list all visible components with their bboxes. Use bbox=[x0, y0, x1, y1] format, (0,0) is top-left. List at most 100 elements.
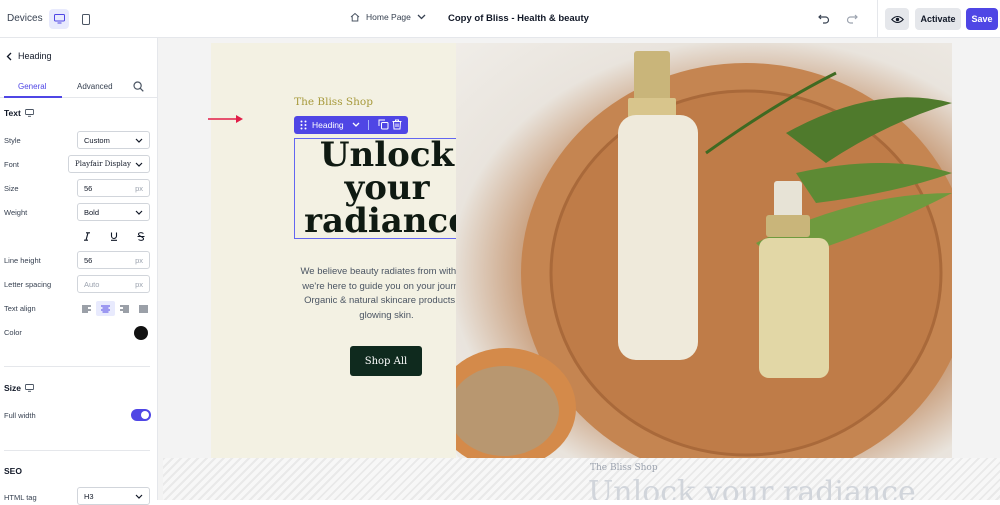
search-icon bbox=[133, 81, 144, 92]
letter-spacing-unit: px bbox=[135, 279, 143, 289]
seo-section-title: SEO bbox=[4, 466, 22, 476]
italic-icon bbox=[83, 232, 90, 241]
page-select-label: Home Page bbox=[366, 12, 411, 22]
chevron-down-icon[interactable] bbox=[352, 122, 360, 127]
font-select[interactable]: Playfair Display bbox=[68, 155, 150, 173]
duplicate-icon[interactable] bbox=[378, 119, 389, 130]
html-tag-select[interactable]: H3 bbox=[77, 487, 150, 505]
weight-value: Bold bbox=[84, 207, 100, 217]
undo-icon bbox=[818, 14, 830, 24]
weight-select[interactable]: Bold bbox=[77, 203, 150, 221]
section-divider bbox=[4, 450, 150, 451]
size-section-title: Size bbox=[4, 383, 34, 393]
align-justify-icon bbox=[139, 305, 148, 312]
html-tag-label: HTML tag bbox=[4, 493, 37, 502]
page-selector[interactable]: Home Page bbox=[350, 12, 426, 22]
font-label: Font bbox=[4, 160, 20, 169]
letter-spacing-input[interactable]: Auto px bbox=[77, 275, 150, 293]
underline-button[interactable] bbox=[104, 229, 123, 244]
hero-text-panel[interactable]: The Bliss Shop Heading Unlock your radia… bbox=[211, 43, 479, 458]
home-icon bbox=[350, 12, 360, 22]
chevron-down-icon bbox=[417, 14, 426, 20]
activate-button[interactable]: Activate bbox=[915, 8, 961, 30]
trash-icon[interactable] bbox=[392, 119, 402, 130]
devices-label: Devices bbox=[7, 13, 43, 24]
strikethrough-button[interactable] bbox=[131, 229, 150, 244]
preview-brand-name: The Bliss Shop bbox=[590, 463, 658, 473]
align-left-button[interactable] bbox=[77, 301, 96, 316]
back-label: Heading bbox=[18, 51, 52, 61]
size-value: 56 bbox=[84, 183, 93, 193]
style-label: Style bbox=[4, 136, 21, 145]
back-button[interactable]: Heading bbox=[6, 51, 52, 61]
underline-icon bbox=[110, 232, 117, 241]
tab-general[interactable]: General bbox=[18, 82, 46, 91]
mobile-view-button[interactable] bbox=[76, 9, 96, 29]
align-right-button[interactable] bbox=[115, 301, 134, 316]
align-left-icon bbox=[82, 305, 91, 312]
line-height-label: Line height bbox=[4, 256, 41, 265]
full-width-label: Full width bbox=[4, 411, 36, 420]
shop-all-button[interactable]: Shop All bbox=[350, 346, 422, 376]
properties-sidebar: Heading General Advanced Text Style Cust… bbox=[0, 38, 158, 505]
letter-spacing-label: Letter spacing bbox=[4, 280, 52, 289]
text-section-label: Text bbox=[4, 108, 21, 118]
desktop-icon bbox=[24, 109, 34, 117]
text-style-buttons bbox=[77, 229, 150, 244]
font-value: Playfair Display bbox=[75, 160, 131, 168]
weight-label: Weight bbox=[4, 208, 28, 217]
search-button[interactable] bbox=[133, 81, 144, 94]
italic-button[interactable] bbox=[77, 229, 96, 244]
tab-advanced[interactable]: Advanced bbox=[77, 82, 113, 91]
color-label: Color bbox=[4, 328, 22, 337]
seo-section-label: SEO bbox=[4, 466, 22, 476]
text-section-title: Text bbox=[4, 108, 34, 118]
save-button[interactable]: Save bbox=[966, 8, 998, 30]
hero-description[interactable]: We believe beauty radiates from within &… bbox=[299, 265, 474, 323]
top-bar: Devices Home Page Copy of Bliss - Health… bbox=[0, 0, 1000, 38]
line-height-value: 56 bbox=[84, 255, 93, 265]
full-width-toggle[interactable] bbox=[131, 409, 151, 421]
size-section-label: Size bbox=[4, 383, 22, 393]
drag-handle-icon[interactable] bbox=[300, 120, 307, 130]
letter-spacing-placeholder: Auto bbox=[84, 279, 100, 289]
align-center-button[interactable] bbox=[96, 301, 115, 316]
size-label: Size bbox=[4, 184, 19, 193]
preview-heading: Unlock your radiance bbox=[588, 475, 916, 500]
mobile-icon bbox=[82, 13, 90, 25]
section-divider bbox=[4, 366, 150, 367]
redo-icon bbox=[846, 14, 858, 24]
undo-button[interactable] bbox=[818, 12, 830, 27]
chevron-down-icon bbox=[135, 138, 143, 143]
desktop-icon bbox=[53, 14, 65, 24]
color-swatch[interactable] bbox=[134, 326, 148, 340]
product-illustration bbox=[456, 51, 952, 458]
hero-heading[interactable]: Unlock your radiance bbox=[297, 138, 477, 238]
hero-product-image[interactable] bbox=[456, 43, 952, 458]
redo-button[interactable] bbox=[846, 12, 858, 27]
align-right-icon bbox=[120, 305, 129, 312]
align-justify-button[interactable] bbox=[134, 301, 153, 316]
brand-name[interactable]: The Bliss Shop bbox=[211, 96, 456, 108]
pointer-arrow bbox=[208, 115, 243, 123]
text-align-buttons bbox=[77, 301, 153, 316]
html-tag-value: H3 bbox=[84, 491, 94, 501]
text-align-label: Text align bbox=[4, 304, 36, 313]
chevron-down-icon bbox=[135, 494, 143, 499]
sidebar-tabs: General Advanced bbox=[0, 78, 158, 98]
preview-button[interactable] bbox=[885, 8, 909, 30]
style-select[interactable]: Custom bbox=[77, 131, 150, 149]
heading-toolbar-label[interactable]: Heading bbox=[312, 120, 344, 130]
size-input[interactable]: 56 px bbox=[77, 179, 150, 197]
line-height-input[interactable]: 56 px bbox=[77, 251, 150, 269]
active-tab-indicator bbox=[4, 96, 62, 98]
chevron-left-icon bbox=[6, 52, 12, 60]
document-title: Copy of Bliss - Health & beauty bbox=[448, 13, 589, 24]
line-height-unit: px bbox=[135, 255, 143, 265]
toolbar-divider bbox=[877, 0, 878, 38]
style-value: Custom bbox=[84, 135, 110, 145]
editor-canvas: The Bliss Shop Heading Unlock your radia… bbox=[158, 38, 1000, 500]
heading-element-toolbar[interactable]: Heading bbox=[294, 116, 408, 134]
toolbar-divider bbox=[368, 120, 369, 130]
desktop-view-button[interactable] bbox=[49, 9, 69, 29]
